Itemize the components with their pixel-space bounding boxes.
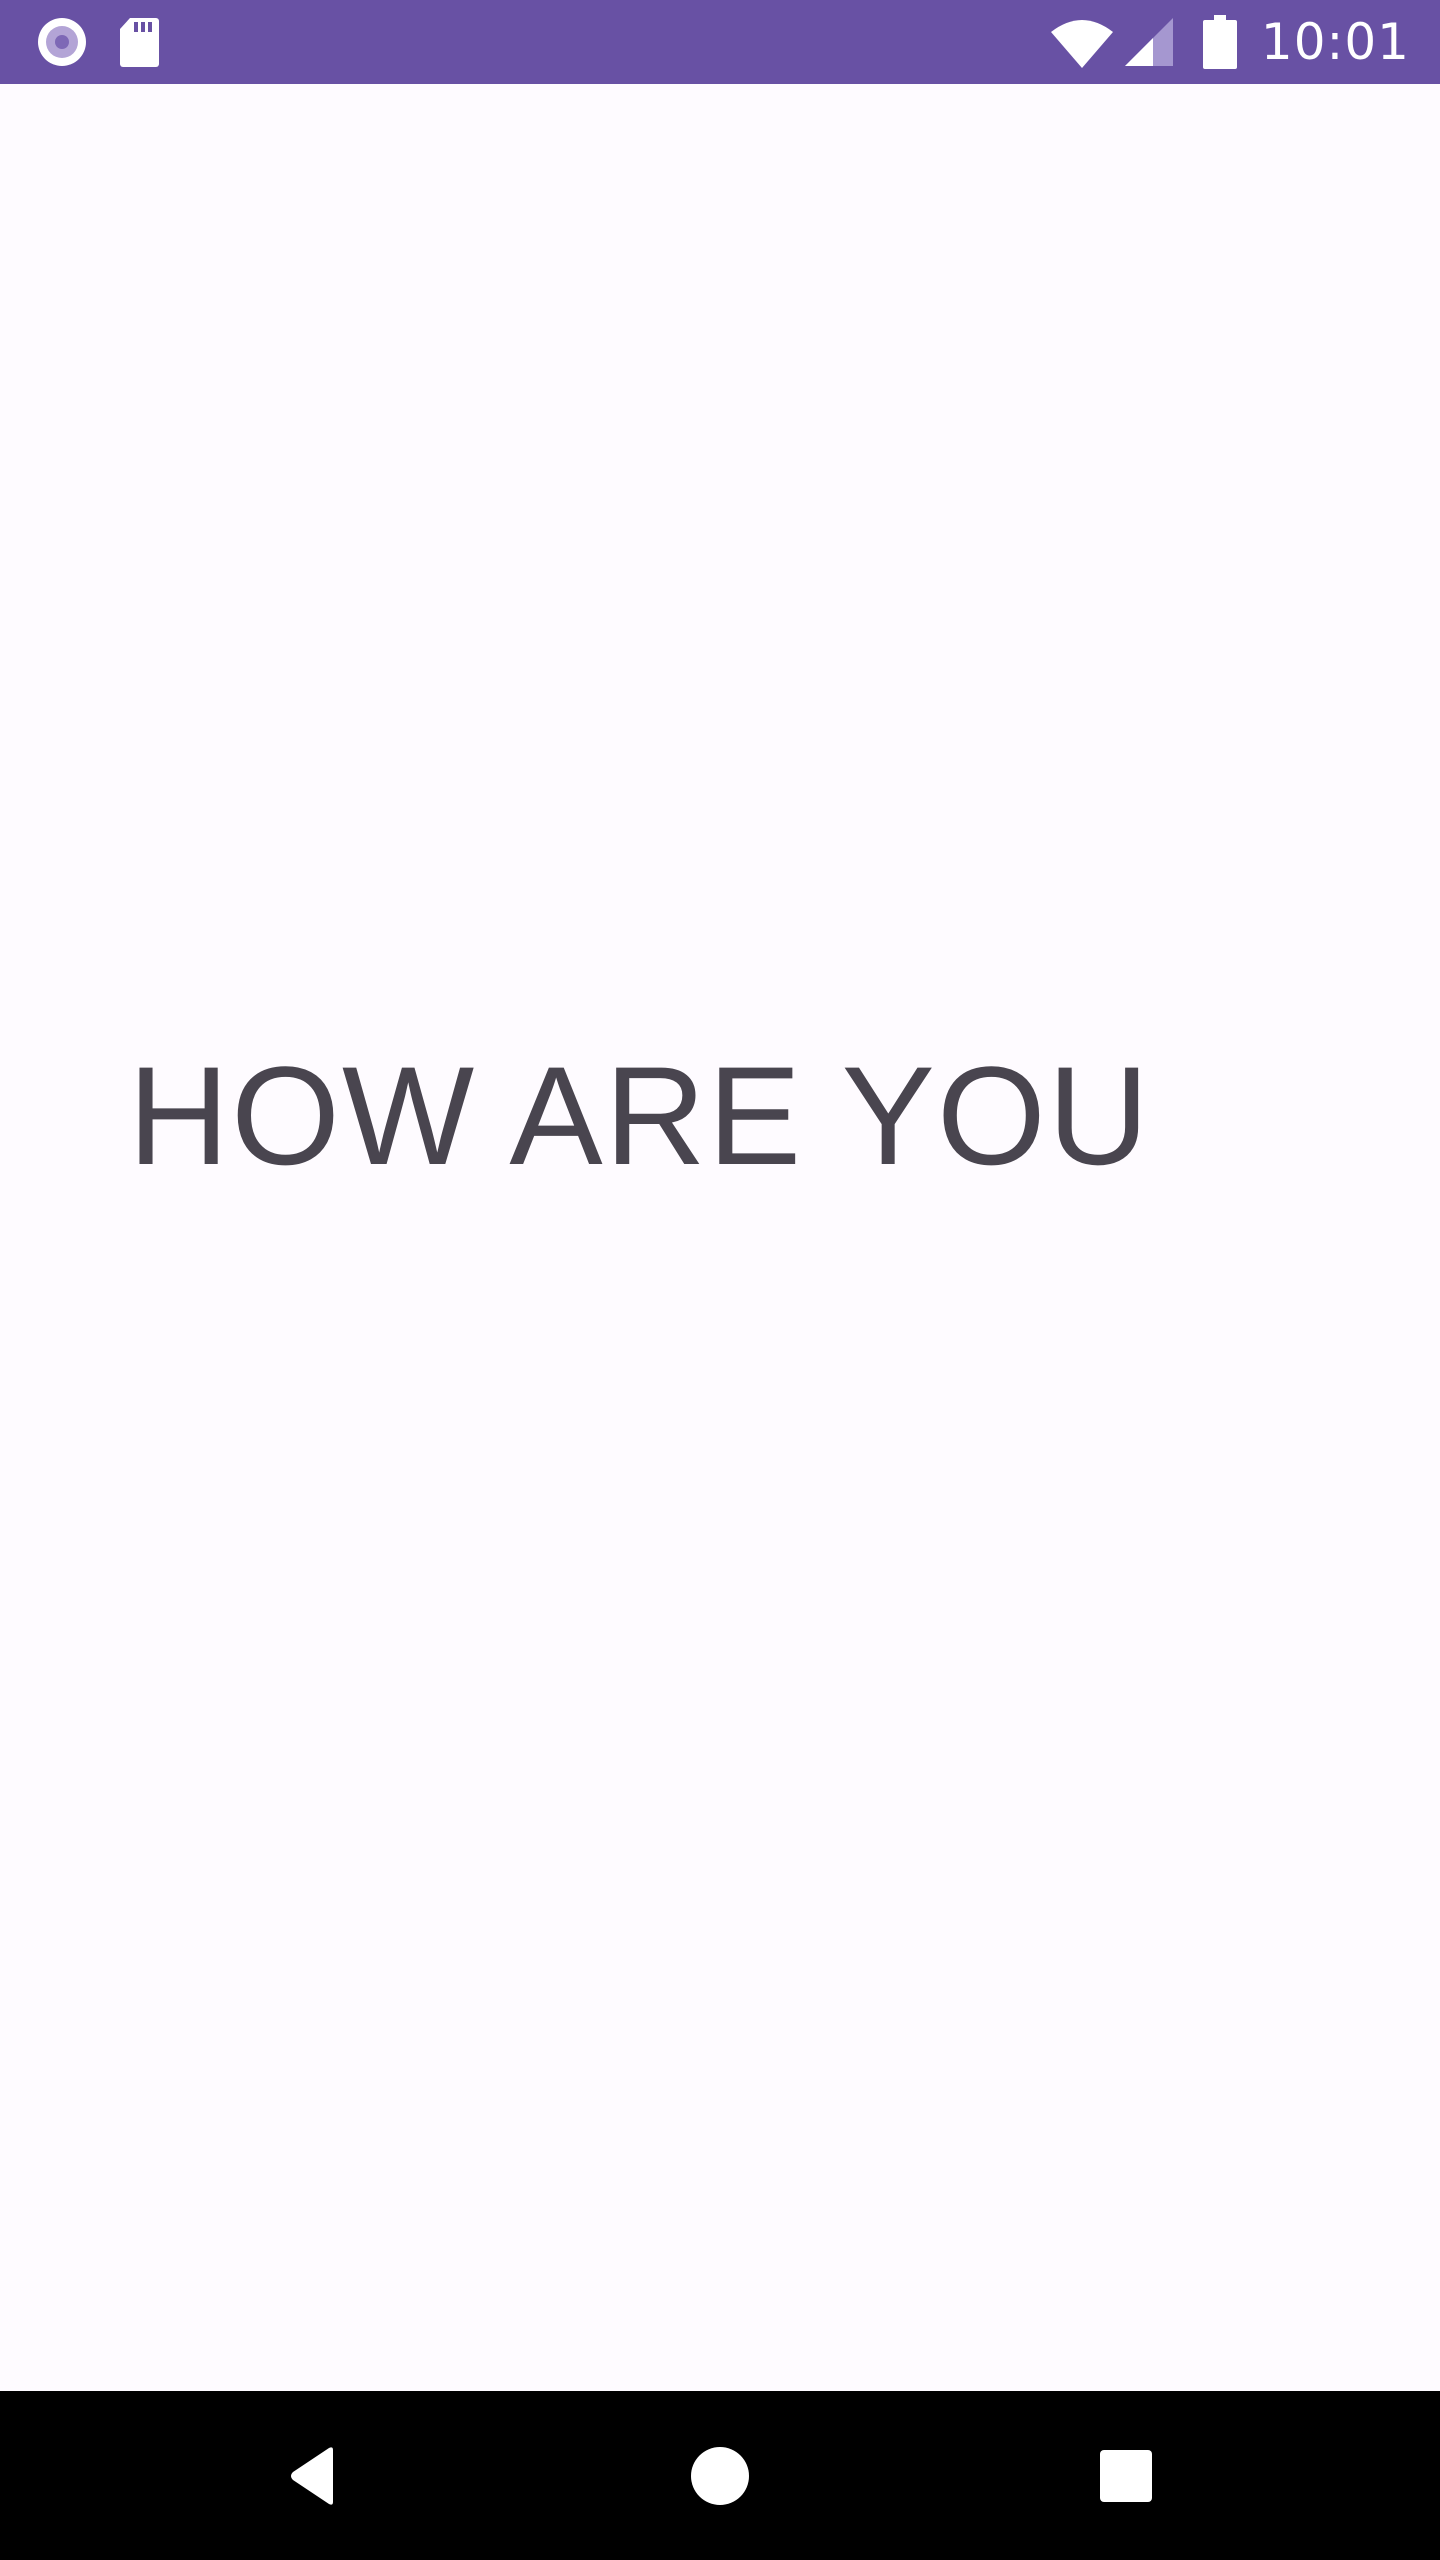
status-clock: 10:01	[1260, 13, 1410, 71]
cell-signal-icon	[1123, 16, 1175, 68]
battery-icon	[1202, 15, 1237, 69]
status-left-icons	[36, 14, 160, 70]
sd-card-icon	[118, 16, 160, 68]
status-bar: 10:01	[0, 0, 1440, 84]
status-right-icons: 10:01	[1049, 14, 1410, 70]
recents-icon	[1098, 2448, 1154, 2504]
main-content: HOW ARE YOU	[0, 84, 1440, 2391]
back-icon	[283, 2444, 347, 2508]
recents-button[interactable]	[1081, 2431, 1171, 2521]
navigation-bar	[0, 2391, 1440, 2560]
greeting-text: HOW ARE YOU	[128, 1037, 1151, 1194]
back-button[interactable]	[270, 2431, 360, 2521]
home-icon	[690, 2446, 750, 2506]
home-button[interactable]	[675, 2431, 765, 2521]
record-icon	[36, 16, 88, 68]
wifi-icon	[1049, 16, 1115, 68]
